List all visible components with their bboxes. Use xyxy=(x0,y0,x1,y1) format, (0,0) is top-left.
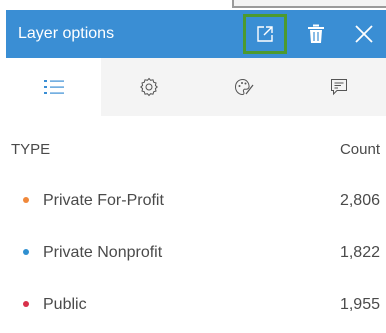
legend-table: Private For-Profit 2,806 Private Nonprof… xyxy=(6,176,386,332)
table-header: TYPE Count xyxy=(6,116,386,176)
legend-list-icon xyxy=(43,80,64,94)
gear-icon xyxy=(139,77,158,97)
popout-highlight xyxy=(243,14,287,54)
table-row[interactable]: Private Nonprofit 1,822 xyxy=(6,228,386,280)
category-count: 2,806 xyxy=(339,192,380,209)
delete-layer-button[interactable] xyxy=(298,10,334,58)
type-column-header: TYPE xyxy=(11,141,51,158)
palette-icon xyxy=(234,78,253,96)
table-row[interactable]: Public 1,955 xyxy=(6,280,386,332)
tab-popup[interactable] xyxy=(291,58,386,116)
close-button[interactable] xyxy=(344,10,384,58)
trash-icon xyxy=(308,24,324,43)
count-column-header: Count xyxy=(339,141,380,158)
popout-button[interactable] xyxy=(241,10,289,58)
panel-header: Layer options xyxy=(6,10,386,58)
category-count: 1,955 xyxy=(339,296,380,313)
background-window-edge xyxy=(232,0,386,8)
options-tabs xyxy=(6,58,386,116)
popup-icon xyxy=(330,79,347,96)
category-count: 1,822 xyxy=(339,244,380,261)
category-label: Private For-Profit xyxy=(43,192,164,209)
category-label: Private Nonprofit xyxy=(43,244,163,261)
popout-icon xyxy=(257,26,273,42)
close-icon xyxy=(355,25,373,43)
category-label: Public xyxy=(43,296,87,313)
screen: Layer options TYPE Count Private For-Pro… xyxy=(0,0,386,333)
category-color-dot xyxy=(23,197,29,203)
category-color-dot xyxy=(23,249,29,255)
table-row[interactable]: Private For-Profit 2,806 xyxy=(6,176,386,228)
panel-title: Layer options xyxy=(18,25,115,42)
layer-options-panel: Layer options TYPE Count Private For-Pro… xyxy=(6,10,386,333)
category-color-dot xyxy=(23,301,29,307)
tab-style[interactable] xyxy=(196,58,291,116)
tab-legend[interactable] xyxy=(6,58,101,116)
tab-settings[interactable] xyxy=(101,58,196,116)
